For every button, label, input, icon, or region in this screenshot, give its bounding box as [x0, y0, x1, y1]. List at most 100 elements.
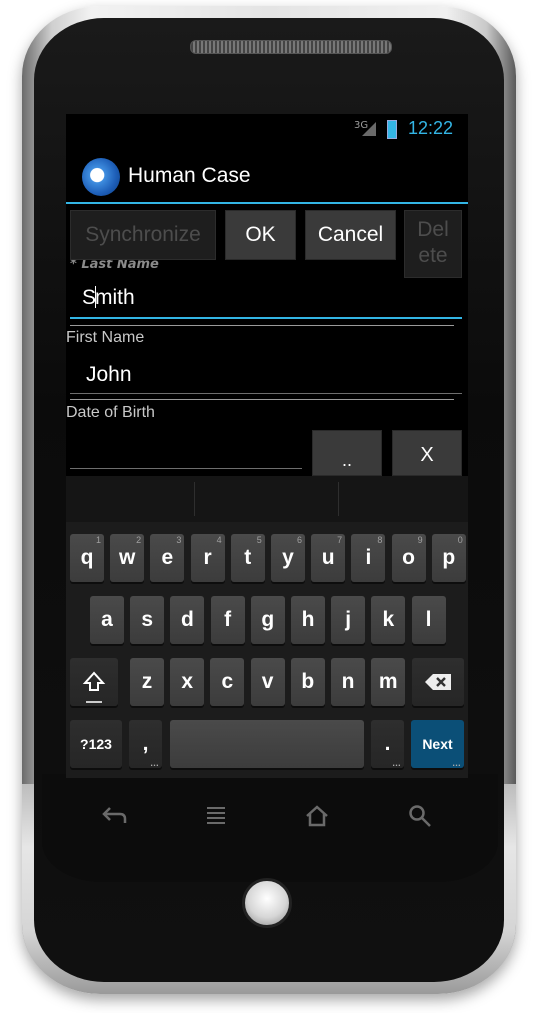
key-q[interactable]: q1 [70, 534, 104, 582]
suggestion-divider [338, 482, 339, 516]
key-label: t [244, 546, 252, 569]
comma-key[interactable]: ,… [129, 720, 162, 768]
space-key[interactable] [170, 720, 364, 768]
dob-label: Date of Birth [66, 404, 155, 421]
key-label: y [282, 546, 294, 569]
dob-input[interactable] [70, 468, 302, 469]
key-label: m [378, 670, 398, 693]
key-label: w [119, 546, 136, 569]
back-icon[interactable] [100, 804, 128, 826]
next-key[interactable]: Next… [411, 720, 464, 768]
key-label: r [203, 546, 212, 569]
key-label: k [382, 608, 395, 631]
key-n[interactable]: n [331, 658, 365, 706]
key-label: q [80, 546, 94, 569]
dob-picker-button[interactable]: .. [312, 430, 382, 476]
key-k[interactable]: k [371, 596, 406, 644]
cancel-button[interactable]: Cancel [305, 210, 396, 260]
trackball-button[interactable] [242, 878, 292, 928]
key-o[interactable]: o9 [391, 534, 426, 582]
key-label: i [365, 546, 372, 569]
key-label: p [442, 546, 456, 569]
key-f[interactable]: f [210, 596, 245, 644]
key-a[interactable]: a [90, 596, 124, 644]
key-label: g [261, 608, 275, 631]
backspace-key[interactable] [412, 658, 464, 706]
earpiece-speaker [190, 40, 392, 54]
key-x[interactable]: x [170, 658, 205, 706]
search-icon[interactable] [408, 804, 432, 828]
symbols-key[interactable]: ?123 [70, 720, 122, 768]
key-y[interactable]: y6 [271, 534, 305, 582]
key-h[interactable]: h [291, 596, 325, 644]
backspace-icon [425, 674, 451, 690]
home-icon[interactable] [304, 804, 330, 828]
key-label: x [181, 670, 194, 693]
key-label: u [321, 546, 335, 569]
device-screen: 3G 12:22 Human Case Synchronize OK Cance… [66, 114, 468, 778]
signal-icon [362, 122, 376, 136]
navigation-bar [66, 792, 468, 844]
key-hint-number: 2 [136, 535, 142, 545]
key-c[interactable]: c [210, 658, 245, 706]
last-name-underline [70, 317, 462, 319]
key-j[interactable]: j [331, 596, 366, 644]
suggestion-divider [194, 482, 195, 516]
key-b[interactable]: b [290, 658, 325, 706]
key-label: b [301, 670, 315, 693]
shift-icon [82, 671, 106, 691]
synchronize-button[interactable]: Synchronize [70, 210, 216, 260]
key-s[interactable]: s [130, 596, 165, 644]
key-g[interactable]: g [250, 596, 285, 644]
key-hint-number: 3 [176, 535, 182, 545]
key-hint-number: 0 [457, 535, 463, 545]
key-label: d [180, 608, 194, 631]
delete-button[interactable]: Del ete [404, 210, 462, 278]
first-name-underline [70, 393, 462, 394]
key-label: c [221, 670, 234, 693]
key-label: o [402, 546, 415, 569]
key-u[interactable]: u7 [311, 534, 346, 582]
delete-label-line1: Del [417, 218, 449, 241]
app-logo-icon[interactable] [82, 158, 120, 196]
key-z[interactable]: z [130, 658, 164, 706]
status-clock: 12:22 [408, 118, 454, 138]
key-m[interactable]: m [371, 658, 406, 706]
key-i[interactable]: i8 [351, 534, 386, 582]
key-label: h [301, 608, 315, 631]
action-bar: Human Case [66, 150, 468, 204]
period-key[interactable]: .… [371, 720, 404, 768]
suggestion-strip [66, 476, 468, 522]
key-l[interactable]: l [411, 596, 446, 644]
first-name-input[interactable]: John [86, 363, 132, 387]
key-hint-number: 8 [377, 535, 383, 545]
battery-icon [387, 120, 397, 139]
key-label: f [224, 608, 232, 631]
key-v[interactable]: v [250, 658, 285, 706]
key-hint-number: 6 [296, 535, 302, 545]
comma-label: , [142, 732, 149, 755]
key-hint-number: 4 [216, 535, 222, 545]
first-name-label: First Name [66, 329, 145, 346]
ok-button[interactable]: OK [225, 210, 296, 260]
key-label: s [141, 608, 154, 631]
key-w[interactable]: w2 [110, 534, 145, 582]
key-e[interactable]: e3 [150, 534, 185, 582]
key-d[interactable]: d [170, 596, 205, 644]
key-r[interactable]: r4 [190, 534, 225, 582]
key-t[interactable]: t5 [230, 534, 265, 582]
key-p[interactable]: p0 [431, 534, 466, 582]
page-title: Human Case [128, 164, 251, 187]
last-name-input[interactable]: Smith [82, 286, 135, 310]
last-name-text-end: mith [95, 286, 135, 309]
shift-key[interactable] [70, 658, 118, 706]
dob-clear-button[interactable]: X [392, 430, 462, 476]
next-label: Next [422, 736, 453, 752]
key-hint-number: 1 [95, 535, 101, 545]
last-name-label: * Last Name [70, 260, 159, 268]
key-label: a [101, 608, 113, 631]
key-hint-number: 7 [337, 535, 343, 545]
menu-icon[interactable] [204, 804, 228, 826]
delete-label-line2: ete [418, 244, 448, 267]
divider [70, 325, 454, 326]
